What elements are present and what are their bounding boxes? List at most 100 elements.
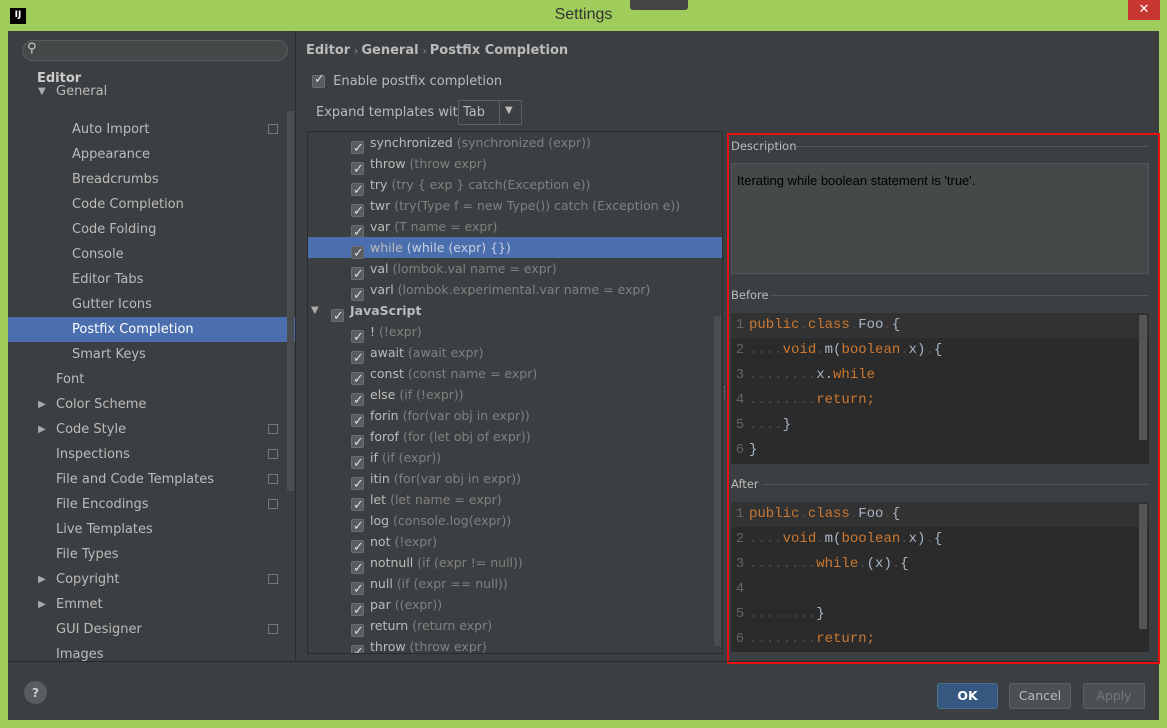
template-row[interactable]: throw (throw expr) [308, 636, 722, 653]
collapse-arrow-icon[interactable]: ▶ [38, 417, 46, 442]
title-bar: IJ Settings ✕ [0, 0, 1167, 31]
expand-arrow-icon[interactable]: ▼ [38, 87, 46, 97]
template-key: throw [370, 156, 406, 171]
template-row[interactable]: let (let name = expr) [308, 489, 722, 516]
sidebar-item[interactable]: Console [8, 242, 295, 267]
collapse-arrow-icon[interactable]: ▶ [38, 392, 46, 417]
sidebar-item[interactable]: ▶ Code Style [8, 417, 295, 442]
template-key: forof [370, 429, 399, 444]
checkbox-icon [312, 72, 325, 88]
template-row[interactable]: par ((expr)) [308, 594, 722, 621]
template-hint: (T name = expr) [394, 219, 498, 234]
template-row[interactable]: forof (for (let obj of expr)) [308, 426, 722, 453]
template-row[interactable]: throw (throw expr) [308, 153, 722, 180]
template-row[interactable]: twr (try(Type f = new Type()) catch (Exc… [308, 195, 722, 222]
template-row[interactable]: varl (lombok.experimental.var name = exp… [308, 279, 722, 306]
sidebar-item[interactable]: Code Completion [8, 192, 295, 217]
template-row[interactable]: if (if (expr)) [308, 447, 722, 474]
sidebar-item[interactable]: ▶ Copyright [8, 567, 295, 592]
close-button[interactable]: ✕ [1128, 0, 1160, 20]
collapse-arrow-icon[interactable]: ▶ [38, 592, 46, 617]
sidebar-item[interactable]: Font [8, 367, 295, 392]
project-level-icon [268, 574, 278, 584]
sidebar-item[interactable]: Postfix Completion [8, 317, 295, 342]
collapse-arrow-icon[interactable]: ▶ [38, 567, 46, 592]
template-row[interactable]: return (return expr) [308, 615, 722, 642]
group-label: JavaScript [350, 303, 422, 318]
sidebar-item[interactable]: File and Code Templates [8, 467, 295, 492]
template-hint: (!expr) [394, 534, 438, 549]
template-row[interactable]: val (lombok.val name = expr) [308, 258, 722, 285]
sidebar-item[interactable]: ▶ Color Scheme [8, 392, 295, 417]
sidebar-item-label: Editor Tabs [72, 272, 144, 287]
template-row[interactable]: itin (for(var obj in expr)) [308, 468, 722, 495]
search-icon: ⚲ [27, 41, 37, 56]
sidebar-item[interactable]: Editor Tabs [8, 267, 295, 292]
template-hint: (lombok.val name = expr) [392, 261, 557, 276]
project-level-icon [268, 424, 278, 434]
sidebar-item-label: Breadcrumbs [72, 172, 159, 187]
sidebar-item[interactable]: Gutter Icons [8, 292, 295, 317]
template-key: null [370, 576, 393, 591]
help-button[interactable]: ? [24, 681, 47, 704]
template-row[interactable]: var (T name = expr) [308, 216, 722, 243]
expand-templates-dropdown[interactable]: Tab ▼ [458, 100, 522, 125]
checkbox[interactable] [351, 642, 364, 653]
template-hint: (!expr) [379, 324, 422, 339]
sidebar-item[interactable]: Appearance [8, 142, 295, 167]
cancel-button[interactable]: Cancel [1009, 683, 1071, 709]
ok-button[interactable]: OK [937, 683, 998, 709]
sidebar-item-label: Appearance [72, 147, 151, 162]
sidebar-item-label: Postfix Completion [72, 322, 194, 337]
template-key: par [370, 597, 391, 612]
project-level-icon [268, 449, 278, 459]
template-row[interactable]: notnull (if (expr != null)) [308, 552, 722, 579]
sidebar-item-label: Code Completion [72, 197, 184, 212]
sidebar-item-label: Images [56, 647, 104, 661]
template-row[interactable]: not (!expr) [308, 531, 722, 558]
enable-postfix-checkbox[interactable]: Enable postfix completion [312, 72, 502, 89]
template-hint: (return expr) [412, 618, 493, 633]
sidebar-item-label: Copyright [56, 572, 120, 587]
sidebar-item[interactable]: ▶ Emmet [8, 592, 295, 617]
sidebar-item[interactable]: File Types [8, 542, 295, 567]
sidebar-item[interactable]: Auto Import [8, 117, 295, 142]
template-row[interactable]: ! (!expr) [308, 321, 722, 348]
settings-search-input[interactable]: ⚲ [22, 40, 288, 61]
template-row[interactable]: synchronized (synchronized (expr)) [308, 132, 722, 159]
sidebar-item-label: File Encodings [56, 497, 149, 512]
project-level-icon [268, 499, 278, 509]
sidebar-scrollbar[interactable] [287, 111, 294, 491]
template-key: val [370, 261, 389, 276]
template-key: ! [370, 324, 376, 339]
template-hint: (for(var obj in expr)) [393, 471, 521, 486]
template-hint: (try { exp } catch(Exception e)) [391, 177, 591, 192]
template-key: return [370, 618, 409, 633]
template-row[interactable]: try (try { exp } catch(Exception e)) [308, 174, 722, 201]
template-hint: (await expr) [407, 345, 484, 360]
template-row[interactable]: while (while (expr) {}) [308, 237, 722, 264]
sidebar-item[interactable]: GUI Designer [8, 617, 295, 642]
sidebar-item[interactable]: Live Templates [8, 517, 295, 542]
template-row[interactable]: null (if (expr == null)) [308, 573, 722, 600]
expand-arrow-icon[interactable]: ▼ [311, 300, 319, 321]
template-row[interactable]: const (const name = expr) [308, 363, 722, 390]
sidebar-item-label: Gutter Icons [72, 297, 152, 312]
sidebar-item[interactable]: ▼ General [8, 85, 295, 103]
apply-button[interactable]: Apply [1083, 683, 1145, 709]
template-row[interactable]: log (console.log(expr)) [308, 510, 722, 537]
template-key: log [370, 513, 390, 528]
sidebar-item[interactable]: Breadcrumbs [8, 167, 295, 192]
template-hint: ((expr)) [394, 597, 443, 612]
sidebar-item[interactable]: Code Folding [8, 217, 295, 242]
template-row[interactable]: else (if (!expr)) [308, 384, 722, 411]
sidebar-item[interactable]: Smart Keys [8, 342, 295, 367]
template-group[interactable]: ▼ JavaScript [308, 300, 722, 327]
template-row[interactable]: await (await expr) [308, 342, 722, 369]
template-row[interactable]: forin (for(var obj in expr)) [308, 405, 722, 432]
template-key: itin [370, 471, 390, 486]
templates-scrollbar[interactable] [714, 316, 721, 646]
sidebar-item[interactable]: Images [8, 642, 295, 661]
sidebar-item[interactable]: Inspections [8, 442, 295, 467]
sidebar-item[interactable]: File Encodings [8, 492, 295, 517]
